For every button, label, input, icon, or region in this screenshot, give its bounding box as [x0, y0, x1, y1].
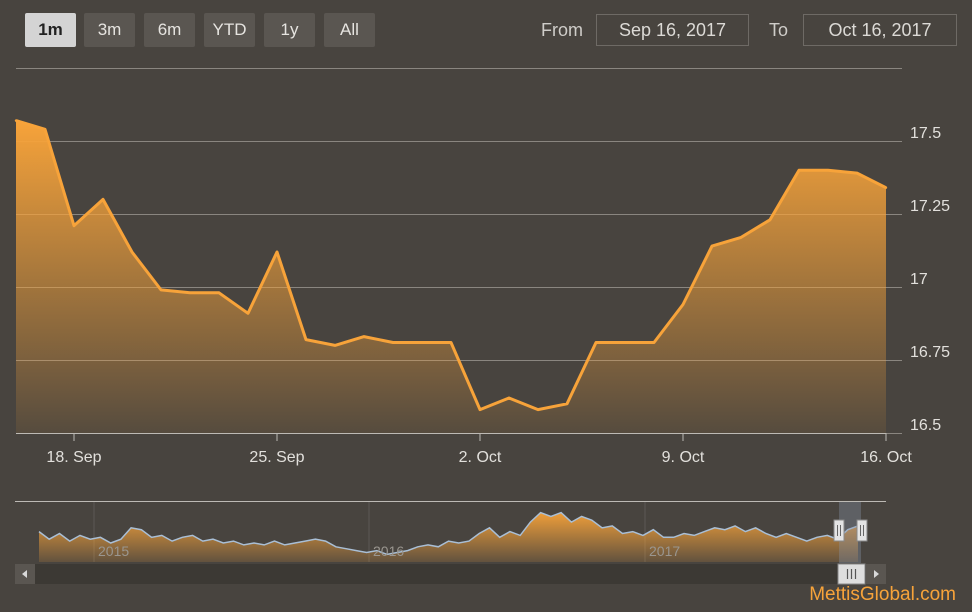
data-point: [304, 338, 308, 341]
data-point: [217, 291, 221, 294]
data-point: [884, 186, 888, 189]
scrollbar-right-button[interactable]: [866, 564, 886, 584]
data-point: [391, 341, 395, 344]
data-point: [449, 341, 453, 344]
navigator-handle-right[interactable]: [856, 519, 868, 542]
data-point: [14, 119, 18, 122]
scrollbar-thumb[interactable]: [837, 563, 866, 585]
price-area: [16, 120, 886, 433]
data-point: [565, 402, 569, 405]
data-point: [362, 335, 366, 338]
data-point: [623, 341, 627, 344]
navigator-background: [15, 502, 886, 563]
data-point: [681, 303, 685, 306]
y-tick-label: 16.5: [910, 417, 941, 434]
data-point: [536, 408, 540, 411]
data-point: [159, 288, 163, 292]
data-point: [768, 218, 772, 221]
data-point: [246, 312, 250, 315]
data-point: [130, 250, 134, 254]
navigator-year-label: 2017: [649, 543, 680, 559]
data-point: [478, 408, 482, 411]
navigator-year-label: 2015: [98, 543, 129, 559]
x-tick-label: 18. Sep: [46, 449, 101, 466]
scroll-right-arrow-icon: [874, 570, 879, 578]
navigator-handle-left[interactable]: [833, 519, 845, 542]
scroll-left-arrow-icon: [22, 570, 27, 578]
x-tick-label: 16. Oct: [860, 449, 912, 466]
navigator-year-label: 2016: [373, 543, 404, 559]
navigator-area: [39, 512, 858, 562]
data-point: [739, 236, 743, 239]
data-point: [188, 291, 192, 294]
y-tick-label: 16.75: [910, 344, 950, 361]
scrollbar-left-button[interactable]: [15, 564, 35, 584]
data-point: [855, 171, 859, 175]
y-tick-label: 17: [910, 271, 928, 288]
data-point: [710, 244, 714, 248]
y-tick-label: 17.25: [910, 198, 950, 215]
data-point: [333, 344, 337, 347]
data-point: [275, 250, 279, 254]
data-point: [43, 128, 47, 131]
scrollbar-track[interactable]: [15, 564, 886, 584]
data-point: [101, 198, 105, 201]
watermark: MettisGlobal.com: [809, 584, 956, 605]
data-point: [507, 396, 511, 400]
price-chart: 18. Sep 25. Sep 2. Oct 9. Oct 16. Oct 17.5 17…: [14, 68, 950, 466]
x-tick-label: 2. Oct: [459, 449, 502, 466]
x-tick-label: 25. Sep: [249, 449, 304, 466]
navigator-line: [38, 511, 859, 556]
data-point: [420, 341, 424, 344]
data-point: [652, 341, 656, 344]
y-tick-label: 17.5: [910, 125, 941, 142]
data-point: [72, 224, 76, 227]
navigator-selected-window[interactable]: [839, 502, 861, 563]
data-point: [826, 169, 830, 172]
data-point: [594, 341, 598, 344]
data-point: [797, 169, 801, 172]
x-tick-label: 9. Oct: [662, 449, 705, 466]
